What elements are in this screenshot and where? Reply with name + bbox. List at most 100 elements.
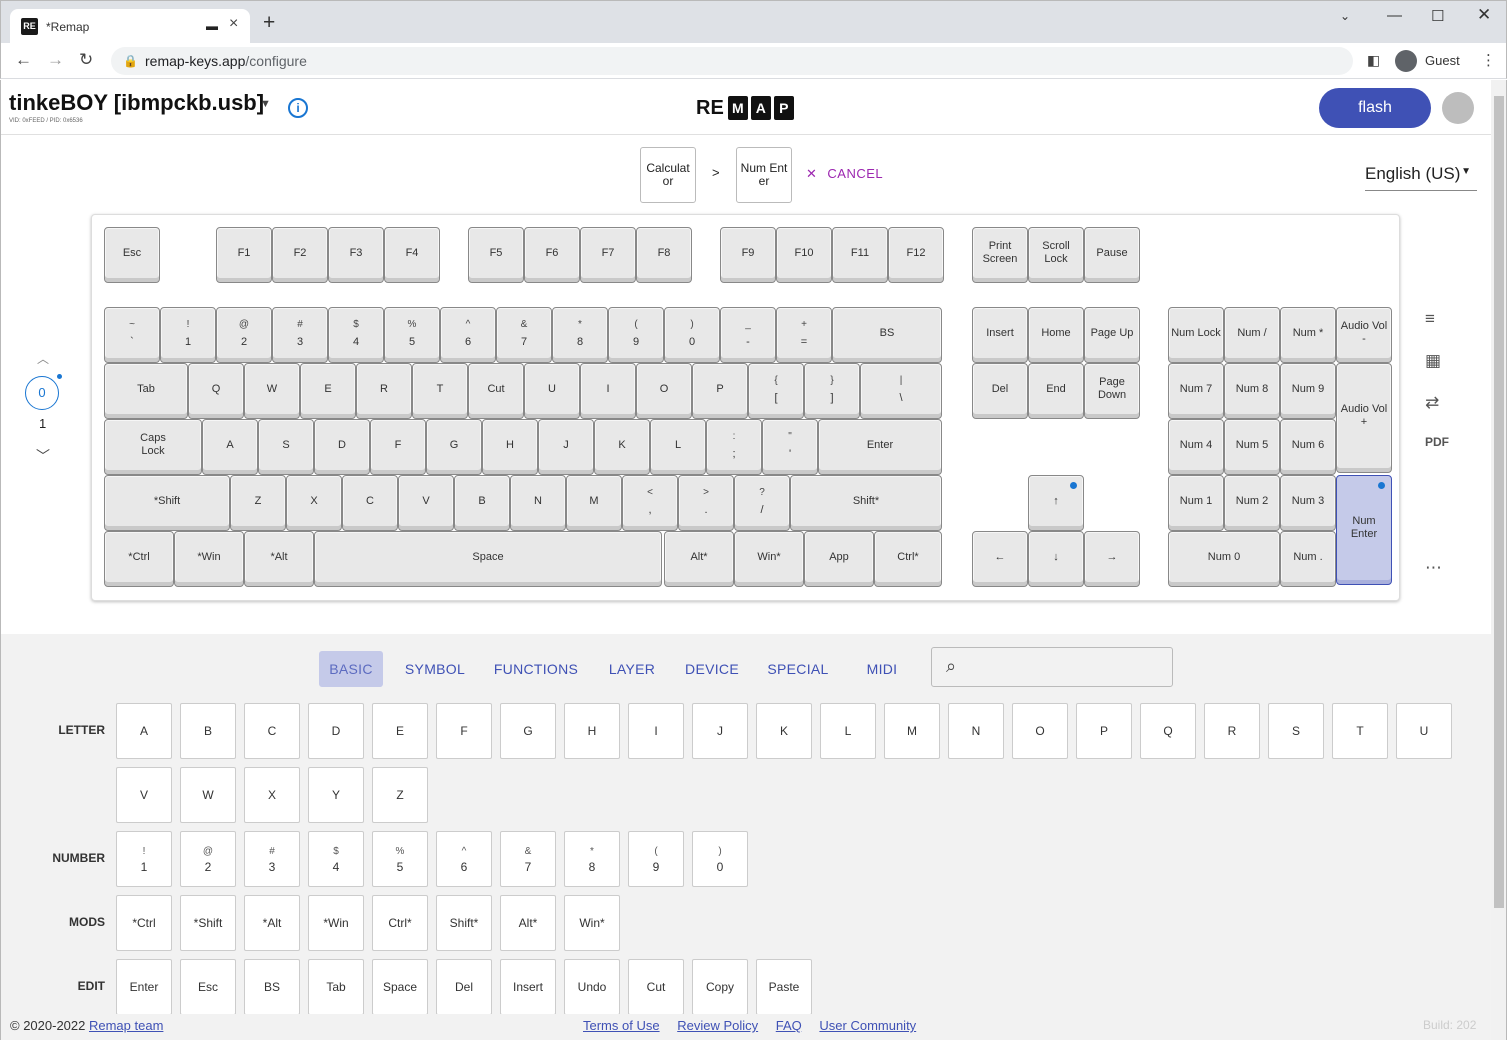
tab-special[interactable]: SPECIAL [757, 651, 839, 687]
key-enter[interactable]: Enter [818, 419, 942, 475]
layer-option[interactable]: 1 [39, 416, 46, 431]
key-num-9[interactable]: Num 9 [1280, 363, 1336, 419]
side-panel-icon[interactable]: ◧ [1367, 52, 1380, 69]
picker-key-b[interactable]: B [180, 703, 236, 759]
key-symbol[interactable]: + = [776, 307, 832, 363]
key-symbol[interactable]: ~ ` [104, 307, 160, 363]
key-app[interactable]: App [804, 531, 874, 587]
flash-button[interactable]: flash [1319, 88, 1431, 128]
key-symbol[interactable]: _ - [720, 307, 776, 363]
key-n[interactable]: N [510, 475, 566, 531]
maximize-icon[interactable]: ☐ [1431, 7, 1444, 25]
text-lines-icon[interactable]: ≡ [1425, 309, 1435, 329]
scrollbar-thumb[interactable] [1494, 96, 1504, 908]
faq-link[interactable]: FAQ [776, 1018, 802, 1033]
picker-key-undo[interactable]: Undo [564, 959, 620, 1015]
picker-key-y[interactable]: Y [308, 767, 364, 823]
key-r[interactable]: R [356, 363, 412, 419]
close-tab-icon[interactable]: × [229, 15, 238, 33]
key-i[interactable]: I [580, 363, 636, 419]
picker-key-w[interactable]: W [180, 767, 236, 823]
picker-key-9[interactable]: (9 [628, 831, 684, 887]
picker-key-enter[interactable]: Enter [116, 959, 172, 1015]
key-symbol[interactable]: >. [678, 475, 734, 531]
key-u[interactable]: U [524, 363, 580, 419]
tab-layer[interactable]: LAYER [597, 651, 667, 687]
key-symbol[interactable]: ↓ [1028, 531, 1084, 587]
key-ctrl[interactable]: *Ctrl [104, 531, 174, 587]
keyboard-name[interactable]: tinkeBOY [ibmpckb.usb] [9, 90, 264, 116]
key-insert[interactable]: Insert [972, 307, 1028, 363]
picker-key-g[interactable]: G [500, 703, 556, 759]
key-symbol[interactable]: ↑ [1028, 475, 1084, 531]
key-w[interactable]: W [244, 363, 300, 419]
key-x[interactable]: X [286, 475, 342, 531]
key-f2[interactable]: F2 [272, 227, 328, 283]
key-symbol[interactable]: {[ [748, 363, 804, 419]
key-num-lock[interactable]: Num Lock [1168, 307, 1224, 363]
picker-key-3[interactable]: #3 [244, 831, 300, 887]
layer-up-icon[interactable]: ︿ [37, 350, 49, 367]
browser-tab[interactable]: RE *Remap ▬ × [10, 9, 250, 44]
layout-grid-icon[interactable]: ▦ [1425, 351, 1441, 371]
key-e[interactable]: E [300, 363, 356, 419]
key-q[interactable]: Q [188, 363, 244, 419]
key-shift[interactable]: Shift* [790, 475, 942, 531]
key-z[interactable]: Z [230, 475, 286, 531]
picker-key-t[interactable]: T [1332, 703, 1388, 759]
key-cut[interactable]: Cut [468, 363, 524, 419]
picker-key-d[interactable]: D [308, 703, 364, 759]
page-scrollbar[interactable] [1491, 80, 1507, 1040]
key-d[interactable]: D [314, 419, 370, 475]
picker-key-z[interactable]: Z [372, 767, 428, 823]
pdf-icon[interactable]: PDF [1425, 435, 1449, 449]
picker-key-r[interactable]: R [1204, 703, 1260, 759]
tab-search-icon[interactable]: ⌄ [1340, 9, 1350, 23]
key-alt[interactable]: Alt* [664, 531, 734, 587]
picker-key-k[interactable]: K [756, 703, 812, 759]
key-win[interactable]: Win* [734, 531, 804, 587]
picker-key-q[interactable]: Q [1140, 703, 1196, 759]
picker-key-win[interactable]: *Win [308, 895, 364, 951]
picker-key-e[interactable]: E [372, 703, 428, 759]
key-o[interactable]: O [636, 363, 692, 419]
key-t[interactable]: T [412, 363, 468, 419]
key-scroll-lock[interactable]: Scroll Lock [1028, 227, 1084, 283]
key-k[interactable]: K [594, 419, 650, 475]
tab-midi[interactable]: MIDI [853, 651, 911, 687]
key-num-5[interactable]: Num 5 [1224, 419, 1280, 475]
picker-key-cut[interactable]: Cut [628, 959, 684, 1015]
key-b[interactable]: B [454, 475, 510, 531]
key-symbol[interactable]: → [1084, 531, 1140, 587]
tab-device[interactable]: DEVICE [675, 651, 749, 687]
key-win[interactable]: *Win [174, 531, 244, 587]
picker-key-h[interactable]: H [564, 703, 620, 759]
key-4[interactable]: $4 [328, 307, 384, 363]
picker-key-1[interactable]: ! 1 [116, 831, 172, 887]
key-s[interactable]: S [258, 419, 314, 475]
reload-icon[interactable]: ↻ [79, 50, 93, 70]
key-f7[interactable]: F7 [580, 227, 636, 283]
key-symbol[interactable]: ← [972, 531, 1028, 587]
key-8[interactable]: * 8 [552, 307, 608, 363]
picker-key-v[interactable]: V [116, 767, 172, 823]
picker-key-x[interactable]: X [244, 767, 300, 823]
key-f[interactable]: F [370, 419, 426, 475]
key-g[interactable]: G [426, 419, 482, 475]
key-symbol[interactable]: ? / [734, 475, 790, 531]
key-search-input[interactable]: ⌕ [931, 647, 1173, 687]
key-num-2[interactable]: Num 2 [1224, 475, 1280, 531]
key-num-enter[interactable]: Num Enter [1336, 475, 1392, 585]
picker-key-u[interactable]: U [1396, 703, 1452, 759]
key-f10[interactable]: F10 [776, 227, 832, 283]
key-h[interactable]: H [482, 419, 538, 475]
key-home[interactable]: Home [1028, 307, 1084, 363]
profile-button[interactable]: Guest [1393, 47, 1467, 75]
key-bs[interactable]: BS [832, 307, 942, 363]
key-6[interactable]: ^ 6 [440, 307, 496, 363]
back-icon[interactable]: ← [15, 50, 32, 70]
picker-key-ctrl[interactable]: Ctrl* [372, 895, 428, 951]
key-page-down[interactable]: Page Down [1084, 363, 1140, 419]
key-2[interactable]: @2 [216, 307, 272, 363]
key-num[interactable]: Num * [1280, 307, 1336, 363]
